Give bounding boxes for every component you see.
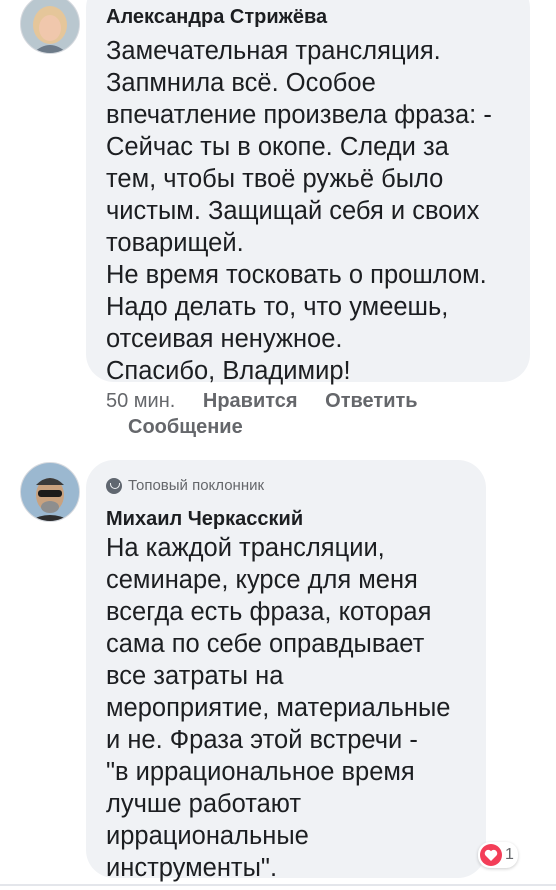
reply-button[interactable]: Ответить (325, 390, 417, 412)
like-button[interactable]: Нравится (203, 390, 298, 412)
heart-glyph-icon (484, 849, 498, 861)
user-photo-icon (21, 0, 79, 53)
comment-line: инструменты". (106, 854, 278, 882)
comment-text: На каждой трансляции, семинаре, курсе дл… (106, 532, 451, 884)
comment-line: Запмнила всё. Особое (106, 69, 376, 97)
comment-timestamp[interactable]: 50 мин. (106, 390, 175, 412)
divider (0, 884, 556, 886)
comment-line: и не. Фраза этой встречи - (106, 726, 418, 754)
comment-line: чистым. Защищай себя и своих (106, 197, 480, 225)
badge-label: Топовый поклонник (128, 477, 265, 494)
comment-line: товарищей. (106, 229, 244, 257)
comment-line: "в иррациональное время (106, 758, 415, 786)
reaction-count: 1 (505, 846, 514, 863)
comment-line: все затраты на (106, 662, 284, 690)
message-button[interactable]: Сообщение (128, 416, 243, 438)
avatar[interactable] (20, 0, 80, 54)
comment-line: Замечательная трансляция. (106, 37, 441, 65)
comment-author[interactable]: Александра Стрижёва (106, 4, 327, 30)
reaction-summary[interactable]: 1 (478, 842, 518, 868)
heart-icon (480, 844, 502, 866)
diamond-icon (106, 478, 122, 494)
comment-line: Сейчас ты в окопе. Следи за (106, 133, 449, 161)
message-button-wrap: Сообщение (128, 416, 265, 439)
comment-line: сама по себе оправдывает (106, 630, 425, 658)
comment-text: Замечательная трансляция. Запмнила всё. … (106, 35, 492, 387)
comment-line: тем, чтобы твоё ружьё было (106, 165, 444, 193)
comment-line: Не время тосковать о прошлом. (106, 261, 487, 289)
comment-line: Спасибо, Владимир! (106, 357, 351, 385)
comment-line: семинаре, курсе для меня (106, 566, 418, 594)
comment-author[interactable]: Михаил Черкасский (106, 506, 303, 532)
comment-line: лучше работают (106, 790, 302, 818)
user-photo-icon (21, 463, 79, 521)
comment-line: отсеивая ненужное. (106, 325, 343, 353)
avatar[interactable] (20, 462, 80, 522)
comment-line: На каждой трансляции, (106, 534, 385, 562)
comment-line: всегда есть фраза, которая (106, 598, 432, 626)
comment-line: впечатление произвела фраза: - (106, 101, 492, 129)
comment-line: иррациональные (106, 822, 309, 850)
comment-line: Надо делать то, что умеешь, (106, 293, 449, 321)
comment-actions: 50 мин. Нравится Ответить (106, 390, 440, 413)
comment-line: мероприятие, материальные (106, 694, 451, 722)
top-fan-badge[interactable]: Топовый поклонник (106, 476, 264, 496)
